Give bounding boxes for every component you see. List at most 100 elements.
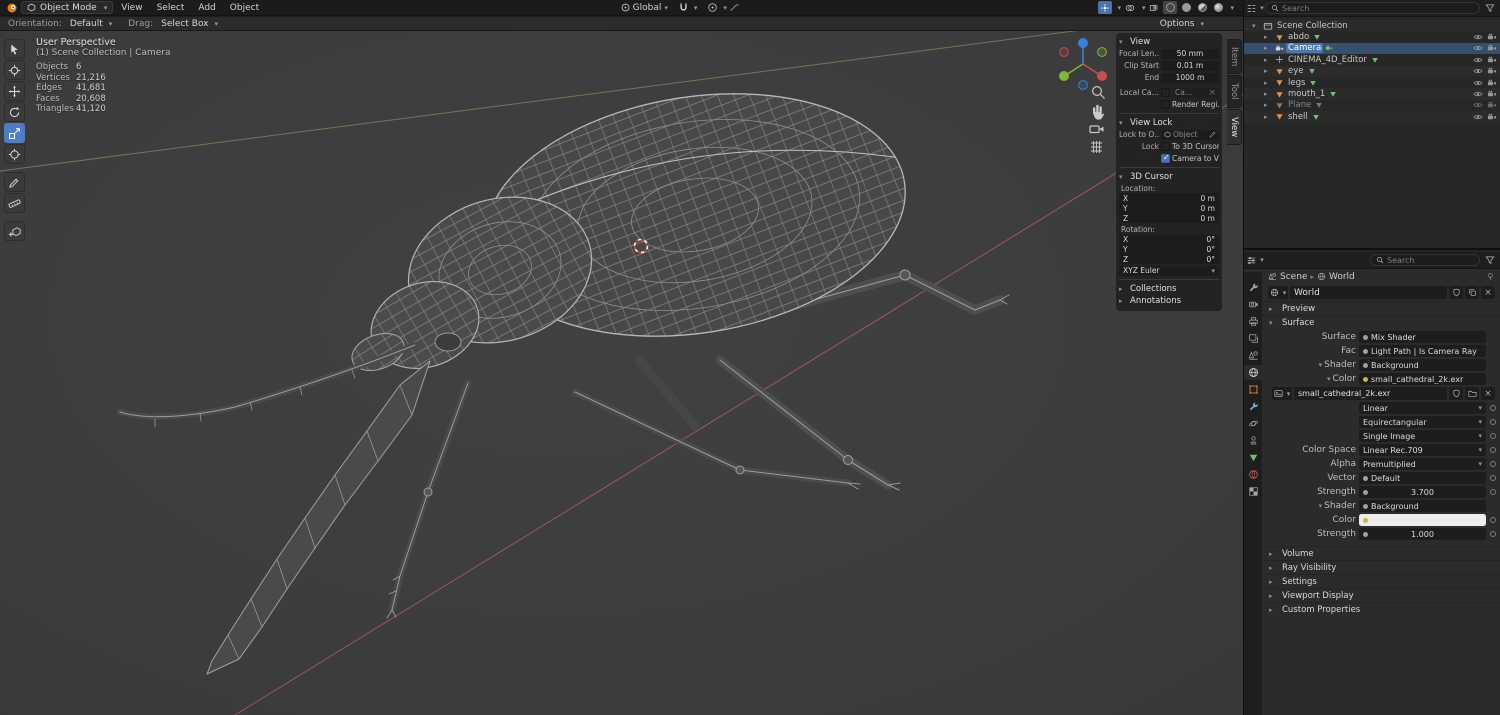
- alpha-mode-dropdown[interactable]: Premultiplied: [1359, 458, 1486, 470]
- falloff-dropdown[interactable]: [720, 4, 727, 12]
- hide-eye-icon[interactable]: [1473, 66, 1483, 76]
- transform-pivot-icon[interactable]: [620, 2, 631, 13]
- blender-logo[interactable]: [5, 1, 19, 14]
- hide-eye-icon[interactable]: [1473, 43, 1483, 53]
- expand-arrow[interactable]: [1264, 67, 1273, 75]
- shading-material-button[interactable]: [1195, 1, 1209, 14]
- image-fake-user-button[interactable]: [1449, 387, 1463, 400]
- gizmo-axis-y-neg[interactable]: [1097, 47, 1107, 57]
- breadcrumb-world[interactable]: World: [1329, 272, 1355, 282]
- expand-arrow[interactable]: [1252, 22, 1261, 30]
- tab-view[interactable]: View: [1227, 108, 1242, 146]
- lock-to-object-field[interactable]: Object: [1161, 129, 1219, 140]
- projection-dropdown[interactable]: Equirectangular: [1359, 416, 1486, 428]
- tool-rotate[interactable]: [4, 102, 25, 122]
- browse-world-button[interactable]: [1268, 286, 1288, 299]
- tool-move[interactable]: [4, 81, 25, 101]
- properties-filter-button[interactable]: [1483, 254, 1497, 267]
- expand-arrow[interactable]: [1264, 101, 1273, 109]
- render-visibility-icon[interactable]: [1487, 32, 1497, 42]
- tool-scale[interactable]: [4, 123, 25, 143]
- tab-world-properties[interactable]: [1244, 365, 1262, 380]
- outliner-editor-type-button[interactable]: [1248, 2, 1262, 15]
- tab-object-properties[interactable]: [1244, 382, 1262, 397]
- cursor-section-title[interactable]: 3D Cursor: [1130, 172, 1173, 182]
- ray-visibility-section-header[interactable]: Ray Visibility: [1262, 560, 1500, 574]
- tab-tool[interactable]: Tool: [1227, 75, 1242, 108]
- navigation-gizmo[interactable]: [1059, 38, 1107, 90]
- camera-view-button[interactable]: [1089, 125, 1104, 134]
- properties-search-input[interactable]: [1387, 255, 1474, 265]
- mode-dropdown[interactable]: Object Mode: [21, 1, 114, 14]
- cursor-loc-x[interactable]: X0 m: [1119, 193, 1219, 203]
- camera-to-view-checkbox[interactable]: [1161, 153, 1170, 163]
- beetle-model[interactable]: [117, 65, 1010, 675]
- outliner-row-mouth-1[interactable]: mouth_1: [1244, 88, 1500, 99]
- render-visibility-icon[interactable]: [1487, 78, 1497, 88]
- render-visibility-icon[interactable]: [1487, 66, 1497, 76]
- unlink-image-button[interactable]: [1481, 387, 1495, 400]
- tool-measure[interactable]: [4, 193, 25, 213]
- hide-eye-icon[interactable]: [1473, 89, 1483, 99]
- world-name-field[interactable]: World: [1290, 286, 1447, 299]
- properties-editor-type-button[interactable]: [1248, 254, 1262, 267]
- orientation-default-dropdown[interactable]: Default: [67, 19, 115, 29]
- expand-arrow[interactable]: [1264, 79, 1273, 87]
- view-lock-section-title[interactable]: View Lock: [1130, 118, 1172, 128]
- surface-section-header[interactable]: Surface: [1262, 315, 1500, 329]
- cursor-rot-y[interactable]: Y 0°: [1119, 244, 1219, 254]
- render-visibility-icon[interactable]: [1487, 100, 1497, 110]
- snap-settings-dropdown[interactable]: [691, 4, 698, 12]
- hide-eye-icon[interactable]: [1473, 32, 1483, 42]
- tab-object-data-properties[interactable]: [1244, 450, 1262, 465]
- viewport-canvas[interactable]: [0, 31, 1243, 715]
- shading-dropdown[interactable]: [1227, 4, 1234, 12]
- tab-constraint-properties[interactable]: [1244, 433, 1262, 448]
- gizmo-axis-z[interactable]: [1078, 38, 1088, 48]
- image-source-dropdown[interactable]: Single Image: [1359, 430, 1486, 442]
- render-visibility-icon[interactable]: [1487, 89, 1497, 99]
- breadcrumb-scene[interactable]: Scene: [1280, 272, 1307, 282]
- color2-swatch[interactable]: [1359, 514, 1486, 526]
- shader-input-button[interactable]: Background: [1359, 359, 1486, 371]
- perspective-ortho-button[interactable]: [1091, 141, 1102, 153]
- tool-annotate[interactable]: [4, 172, 25, 192]
- tab-physics-properties[interactable]: [1244, 416, 1262, 431]
- gizmo-dropdown[interactable]: [1114, 4, 1121, 12]
- tool-cursor[interactable]: [4, 60, 25, 80]
- rotation-mode-dropdown[interactable]: XYZ Euler: [1119, 265, 1219, 276]
- outliner-row-abdo[interactable]: abdo: [1244, 31, 1500, 42]
- snap-magnet-icon[interactable]: [678, 2, 689, 13]
- tool-add-cube[interactable]: [4, 221, 25, 241]
- expand-arrow[interactable]: [1264, 33, 1273, 41]
- expand-arrow[interactable]: [1264, 44, 1273, 52]
- outliner-row-shell[interactable]: shell: [1244, 111, 1500, 122]
- pan-view-button[interactable]: [1093, 104, 1105, 120]
- local-camera-field[interactable]: Ca…: [1172, 87, 1219, 98]
- shading-rendered-button[interactable]: [1211, 1, 1225, 14]
- proportional-editing-icon[interactable]: [707, 2, 718, 13]
- menu-view[interactable]: View: [115, 2, 148, 14]
- focal-length-field[interactable]: 50 mm: [1161, 48, 1219, 59]
- menu-object[interactable]: Object: [224, 2, 265, 14]
- tool-select-box[interactable]: [4, 39, 25, 59]
- fake-user-shield-button[interactable]: [1449, 286, 1463, 299]
- expand-arrow[interactable]: [1264, 113, 1273, 121]
- options-dropdown[interactable]: Options: [1157, 19, 1207, 29]
- show-overlays-toggle[interactable]: [1123, 1, 1137, 14]
- menu-select[interactable]: Select: [151, 2, 191, 14]
- show-gizmo-toggle[interactable]: [1098, 1, 1113, 14]
- pin-id-icon[interactable]: [1486, 272, 1495, 281]
- local-camera-checkbox[interactable]: [1161, 88, 1170, 97]
- outliner-row-camera[interactable]: Camera: [1244, 42, 1500, 55]
- properties-search[interactable]: [1370, 254, 1480, 266]
- interpolation-dropdown[interactable]: Linear: [1359, 402, 1486, 414]
- zoom-view-button[interactable]: [1091, 85, 1105, 99]
- cursor-loc-z[interactable]: Z0 m: [1119, 213, 1219, 223]
- shading-solid-button[interactable]: [1179, 1, 1193, 14]
- outliner-filter-button[interactable]: [1483, 2, 1497, 15]
- gizmo-axis-y[interactable]: [1059, 71, 1069, 81]
- gizmo-axis-z-neg[interactable]: [1078, 80, 1088, 90]
- cursor-rot-x[interactable]: X 0°: [1119, 234, 1219, 244]
- tab-output-properties[interactable]: [1244, 314, 1262, 329]
